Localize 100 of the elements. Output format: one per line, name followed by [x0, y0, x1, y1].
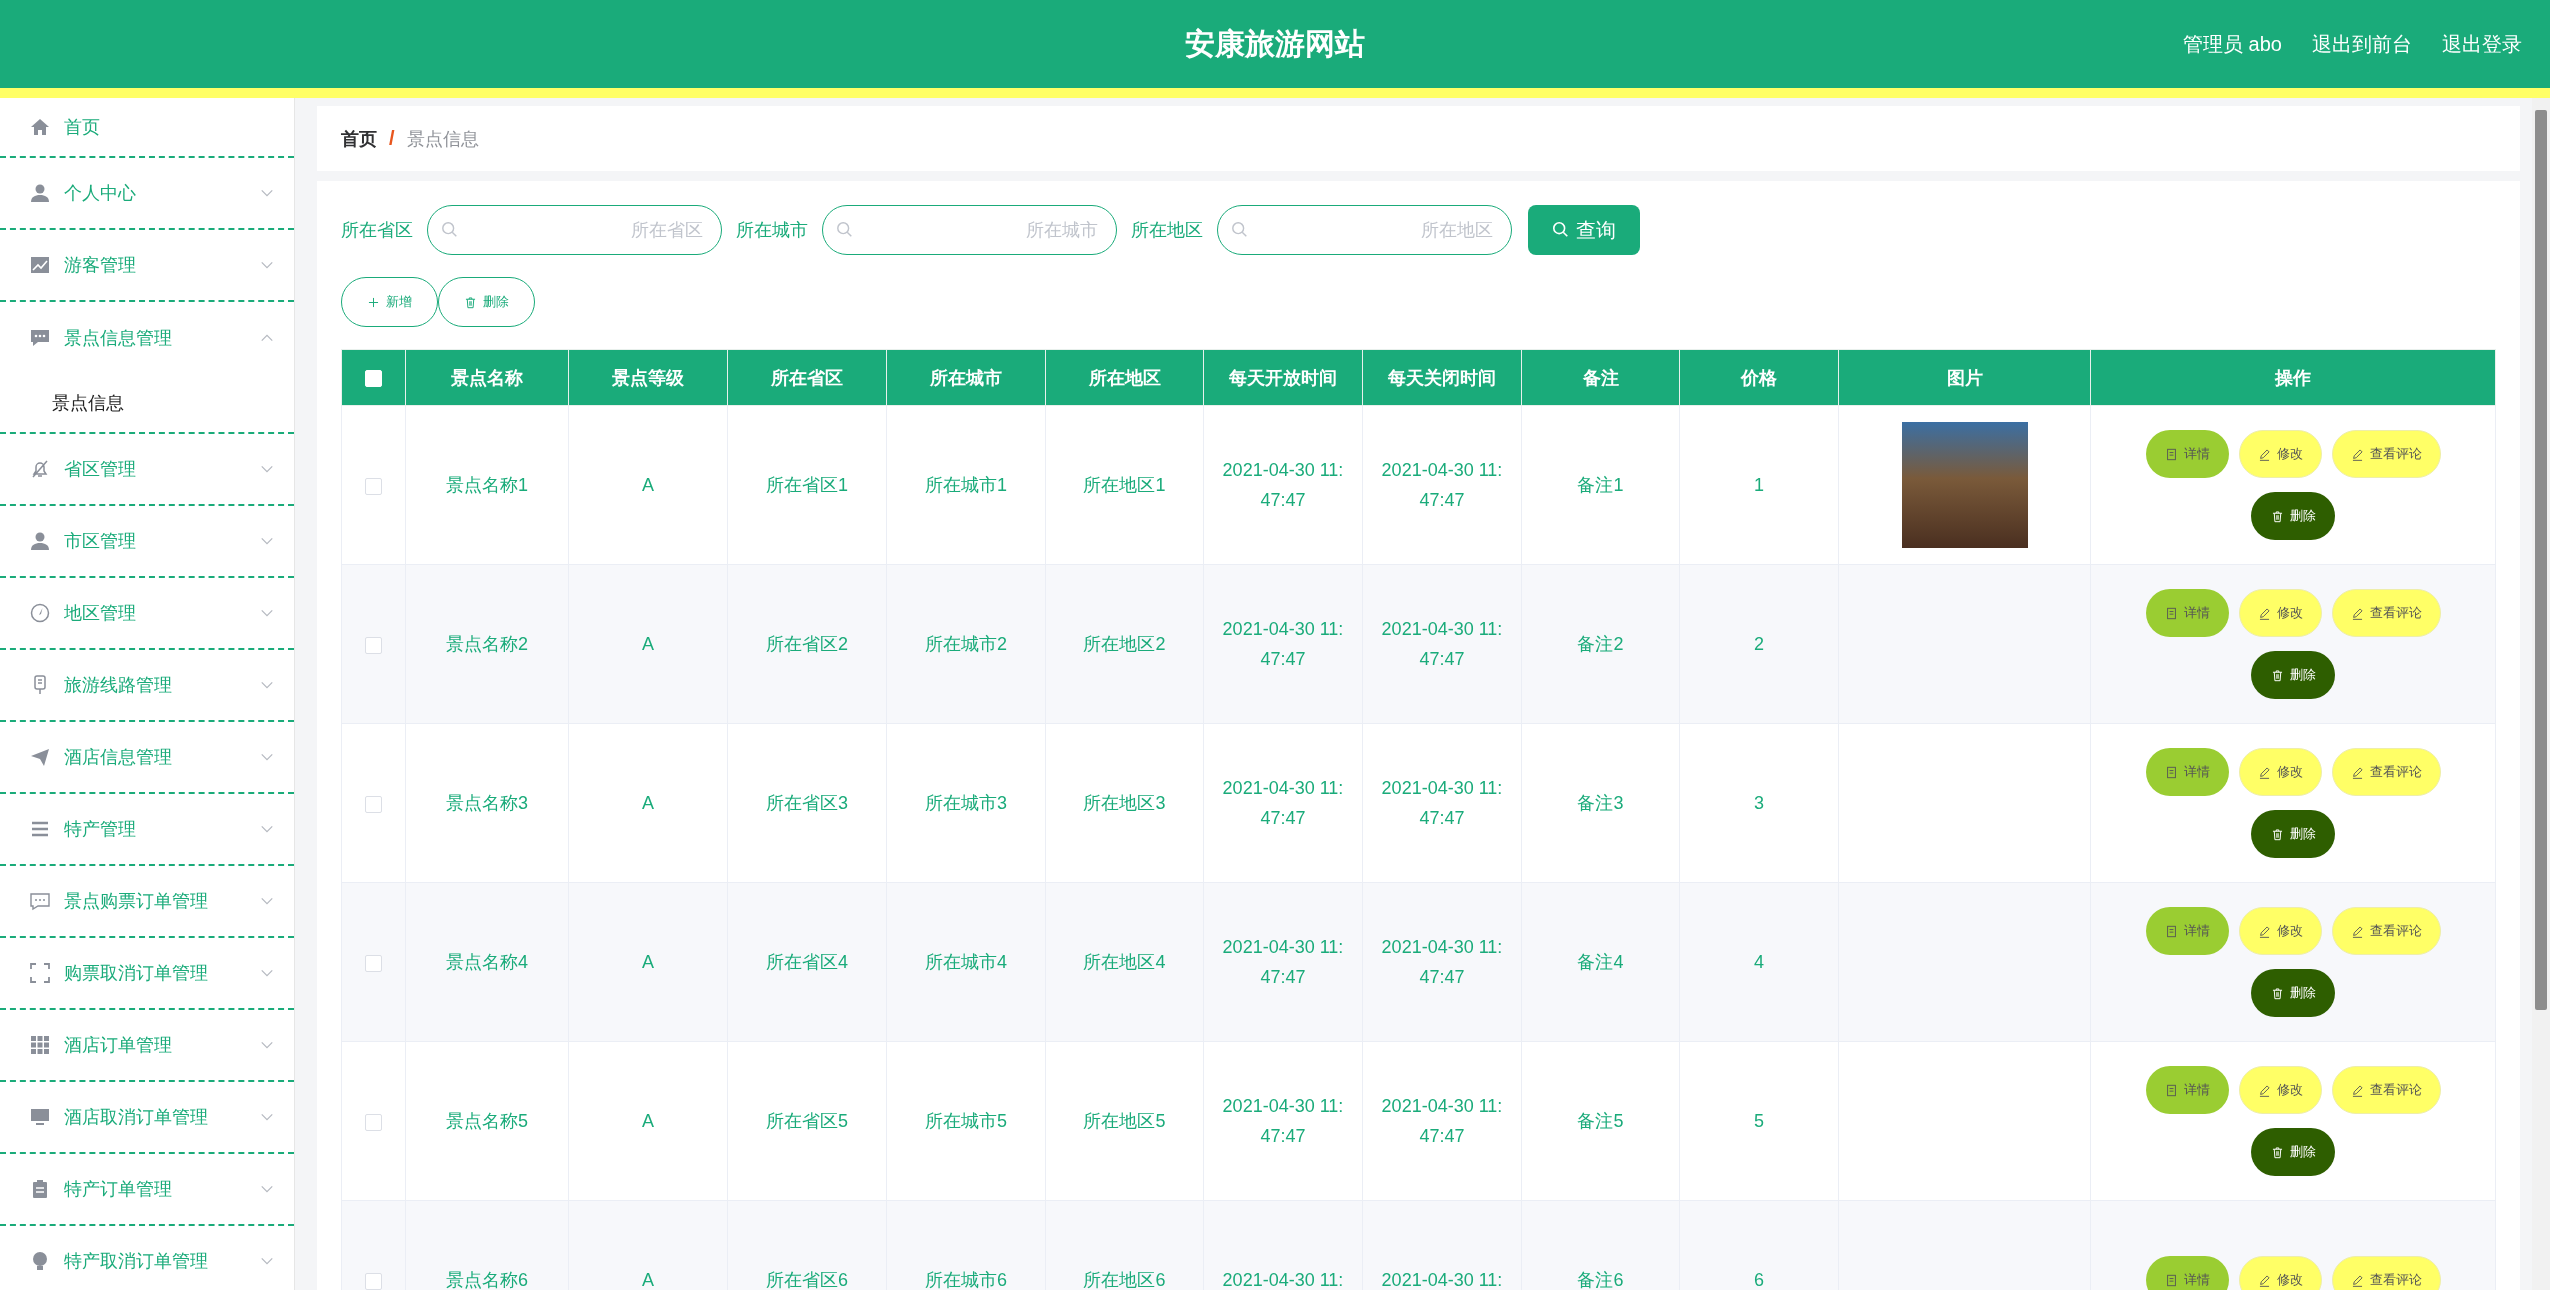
view-comments-button[interactable]: 查看评论 — [2331, 748, 2441, 796]
detail-button[interactable]: 详情 — [2145, 907, 2229, 955]
view-comments-button[interactable]: 查看评论 — [2331, 1066, 2441, 1114]
table-cell: 2021-04-30 11:47:47 — [1203, 723, 1363, 883]
detail-button[interactable]: 详情 — [2145, 589, 2229, 637]
detail-button[interactable]: 详情 — [2145, 748, 2229, 796]
sidebar-item[interactable]: 景点信息管理 — [0, 302, 294, 374]
table-cell: 备注6 — [1521, 1200, 1680, 1290]
trash-icon — [2270, 1145, 2284, 1159]
table-cell: 2021-04-30 11:47:47 — [1203, 564, 1363, 724]
sidebar-item[interactable]: 酒店取消订单管理 — [0, 1082, 294, 1154]
table-cell: 备注4 — [1521, 882, 1680, 1042]
fullscreen-icon — [30, 963, 50, 983]
detail-button[interactable]: 详情 — [2145, 1066, 2229, 1114]
row-checkbox[interactable] — [365, 954, 382, 972]
home-icon — [30, 117, 50, 137]
sidebar-item[interactable]: 游客管理 — [0, 230, 294, 302]
sidebar-item[interactable]: 省区管理 — [0, 434, 294, 506]
table-cell: 所在地区3 — [1045, 723, 1204, 883]
sidebar-item[interactable]: 酒店信息管理 — [0, 722, 294, 794]
edit-button[interactable]: 修改 — [2238, 1256, 2322, 1290]
table-cell: 6 — [1679, 1200, 1839, 1290]
edit-button[interactable]: 修改 — [2238, 589, 2322, 637]
search-field[interactable]: 所在省区 — [427, 205, 722, 255]
table-cell: 所在地区2 — [1045, 564, 1204, 724]
pencil-icon — [2257, 1273, 2271, 1287]
header-link[interactable]: 管理员 abo — [2183, 30, 2282, 58]
table-cell: 2021-04-30 11:47:47 — [1362, 882, 1522, 1042]
search-icon — [1231, 221, 1249, 239]
search-field[interactable]: 所在城市 — [822, 205, 1117, 255]
select-all-checkbox[interactable] — [365, 369, 382, 387]
table-cell: 景点名称4 — [405, 882, 569, 1042]
table-cell: 所在城市2 — [886, 564, 1046, 724]
sidebar-item[interactable]: 购票取消订单管理 — [0, 938, 294, 1010]
header-link[interactable]: 退出登录 — [2442, 30, 2522, 58]
scrollbar[interactable] — [2532, 98, 2550, 1290]
column-header: 图片 — [1838, 349, 2091, 406]
pencil-icon — [2350, 447, 2364, 461]
sidebar-item[interactable]: 特产取消订单管理 — [0, 1226, 294, 1290]
table-cell: A — [568, 564, 728, 724]
pencil-icon — [2257, 1083, 2271, 1097]
document-icon — [2164, 1083, 2178, 1097]
delete-button[interactable]: 删除 — [438, 277, 535, 327]
trash-icon — [2270, 827, 2284, 841]
sidebar-item[interactable]: 首页 — [0, 98, 294, 158]
sidebar-item[interactable]: 市区管理 — [0, 506, 294, 578]
table-cell: 所在省区6 — [727, 1200, 887, 1290]
document-icon — [2164, 924, 2178, 938]
view-comments-button[interactable]: 查看评论 — [2331, 430, 2441, 478]
table-cell: 备注3 — [1521, 723, 1680, 883]
search-field[interactable]: 所在地区 — [1217, 205, 1512, 255]
site-title: 安康旅游网站 — [1185, 25, 1365, 62]
plus-icon — [367, 295, 380, 309]
breadcrumb-link[interactable]: 首页 — [341, 126, 377, 151]
sidebar-item[interactable]: 景点购票订单管理 — [0, 866, 294, 938]
table-cell: 景点名称1 — [405, 405, 569, 565]
view-comments-button[interactable]: 查看评论 — [2331, 907, 2441, 955]
view-comments-button[interactable]: 查看评论 — [2331, 589, 2441, 637]
row-checkbox[interactable] — [365, 795, 382, 813]
detail-button[interactable]: 详情 — [2145, 430, 2229, 478]
table-cell: 2021-04-30 11:47:47 — [1362, 723, 1522, 883]
detail-button[interactable]: 详情 — [2145, 1256, 2229, 1290]
row-checkbox[interactable] — [365, 1272, 382, 1290]
sidebar-item[interactable]: 地区管理 — [0, 578, 294, 650]
delete-button[interactable]: 删除 — [2251, 492, 2335, 540]
row-checkbox[interactable] — [365, 477, 382, 495]
edit-button[interactable]: 修改 — [2238, 907, 2322, 955]
pencil-icon — [2350, 1083, 2364, 1097]
table-cell: A — [568, 723, 728, 883]
delete-button[interactable]: 删除 — [2251, 1128, 2335, 1176]
edit-button[interactable]: 修改 — [2238, 748, 2322, 796]
trash-icon — [2270, 986, 2284, 1000]
delete-button[interactable]: 删除 — [2251, 810, 2335, 858]
table-cell: A — [568, 882, 728, 1042]
table-cell: 2021-04-30 11:47:47 — [1362, 564, 1522, 724]
submenu-item[interactable]: 景点信息 — [52, 391, 124, 415]
delete-button[interactable]: 删除 — [2251, 651, 2335, 699]
table-cell: 备注1 — [1521, 405, 1680, 565]
table-cell: 所在城市5 — [886, 1041, 1046, 1201]
search-icon — [836, 221, 854, 239]
row-checkbox[interactable] — [365, 1113, 382, 1131]
edit-button[interactable]: 修改 — [2238, 1066, 2322, 1114]
sidebar-item[interactable]: 特产管理 — [0, 794, 294, 866]
clipboard-icon — [30, 1179, 50, 1199]
search-icon — [441, 221, 459, 239]
header-link[interactable]: 退出到前台 — [2312, 30, 2412, 58]
query-button[interactable]: 查询 — [1528, 205, 1640, 255]
delete-button[interactable]: 删除 — [2251, 969, 2335, 1017]
add-button[interactable]: 新增 — [341, 277, 438, 327]
table-cell: 所在地区4 — [1045, 882, 1204, 1042]
sidebar-item[interactable]: 酒店订单管理 — [0, 1010, 294, 1082]
table-cell: 所在城市4 — [886, 882, 1046, 1042]
edit-button[interactable]: 修改 — [2238, 430, 2322, 478]
row-checkbox[interactable] — [365, 636, 382, 654]
column-header: 备注 — [1521, 349, 1680, 406]
sidebar-item[interactable]: 特产订单管理 — [0, 1154, 294, 1226]
view-comments-button[interactable]: 查看评论 — [2331, 1256, 2441, 1290]
sidebar-item[interactable]: 旅游线路管理 — [0, 650, 294, 722]
column-header: 景点等级 — [568, 349, 728, 406]
sidebar-item[interactable]: 个人中心 — [0, 158, 294, 230]
